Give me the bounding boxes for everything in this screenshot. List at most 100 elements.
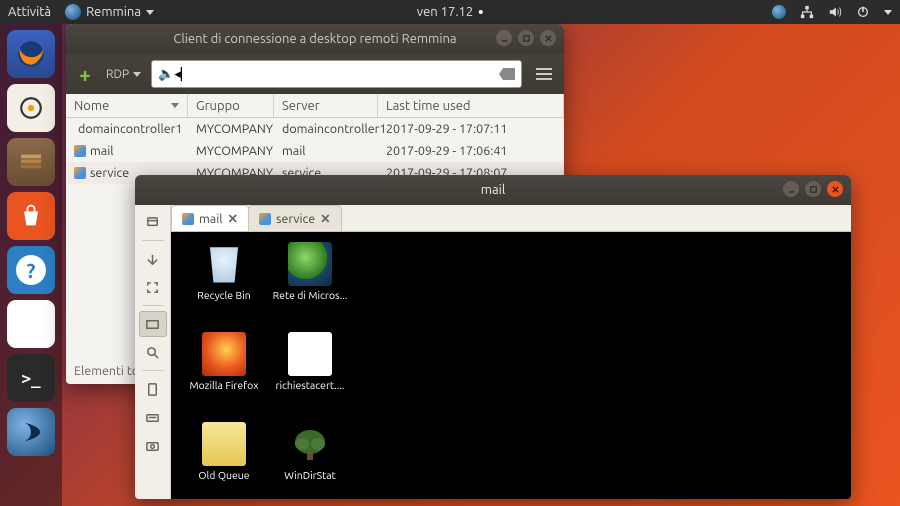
ff-icon [202,332,246,376]
tool-pin-icon[interactable] [139,209,167,235]
close-button[interactable] [827,181,843,197]
connection-row[interactable]: domaincontroller1MYCOMPANYdomaincontroll… [66,118,564,140]
tab-close-icon[interactable]: ✕ [320,211,330,226]
tool-fit-icon[interactable] [139,246,167,272]
tool-keyboard-icon[interactable] [139,404,167,430]
chevron-down-icon [146,10,154,15]
rdp-icon [182,213,194,225]
app-menu-label: Remmina [86,5,141,19]
desktop-icon[interactable]: Rete di Micros... [267,242,353,332]
tab-label: mail [199,212,223,226]
close-button[interactable] [540,30,556,46]
desktop-icon[interactable]: Recycle Bin [181,242,267,332]
protocol-selector[interactable]: RDP [106,68,141,81]
clock-label: ven 17.12 [417,5,473,19]
connection-tabs: mail ✕ service ✕ [171,205,851,232]
search-input[interactable] [174,67,499,82]
row-group: MYCOMPANY [188,122,274,136]
volume-icon[interactable] [828,5,842,19]
icon-label: richiestacert.... [275,379,344,391]
tab-close-icon[interactable]: ✕ [228,211,238,226]
dock-remmina[interactable] [7,408,55,456]
connection-tab[interactable]: mail ✕ [171,205,249,231]
tool-screenshot-icon[interactable] [139,432,167,458]
minimize-button[interactable] [783,181,799,197]
row-server: domaincontroller1 [274,122,378,136]
header-last-used[interactable]: Last time used [378,94,564,117]
row-server: mail [274,144,378,158]
icon-label: Mozilla Firefox [189,379,258,391]
header-group[interactable]: Gruppo [188,94,274,117]
dock-help[interactable]: ? [7,246,55,294]
tray-remmina-icon[interactable] [772,5,786,19]
desktop-icon[interactable]: WinDirStat [267,422,353,499]
main-window-titlebar[interactable]: Client di connessione a desktop remoti R… [66,24,564,54]
minimize-button[interactable] [496,30,512,46]
header-server[interactable]: Server [274,94,378,117]
net-icon [288,242,332,286]
desktop-icon[interactable]: Old Queue [181,422,267,499]
rdp-icon [74,145,86,157]
dock-files[interactable] [7,138,55,186]
tool-fullscreen-icon[interactable] [139,274,167,300]
row-group: MYCOMPANY [188,144,274,158]
tool-zoom-icon[interactable] [139,339,167,365]
launcher-dock: ? a >_ [0,24,62,506]
hamburger-menu-button[interactable] [532,64,556,84]
top-panel: Attività Remmina ven 17.12 [0,0,900,24]
dock-amazon[interactable]: a [7,300,55,348]
row-name: mail [90,144,114,158]
connection-tab[interactable]: service ✕ [248,205,342,231]
bin-icon [202,242,246,286]
dock-software[interactable] [7,192,55,240]
tool-grab-icon[interactable] [139,376,167,402]
list-header: Nome Gruppo Server Last time used [66,94,564,118]
row-last: 2017-09-29 - 17:07:11 [378,122,564,136]
tree-icon [288,422,332,466]
notification-dot-icon [479,10,483,14]
remmina-connection-window: mail mail ✕ service ✕ Recycle Bin Rete di Mi… [135,175,851,499]
conn-window-title: mail [481,183,505,197]
app-menu[interactable]: Remmina [65,4,154,20]
sort-down-icon [171,103,179,108]
desktop-icon[interactable]: richiestacert.... [267,332,353,422]
chevron-down-icon [133,72,141,77]
folder-icon [202,422,246,466]
power-icon[interactable] [856,5,870,19]
clear-icon[interactable] [499,68,515,80]
icon-label: WinDirStat [284,469,336,481]
tab-label: service [276,212,315,226]
row-name: domaincontroller1 [78,122,182,136]
dock-terminal[interactable]: >_ [7,354,55,402]
new-connection-button[interactable]: + [74,63,96,85]
header-name[interactable]: Nome [66,94,188,117]
icon-label: Recycle Bin [197,289,250,301]
main-window-title: Client di connessione a desktop remoti R… [173,32,456,46]
icon-label: Old Queue [198,469,249,481]
dock-rhythmbox[interactable] [7,84,55,132]
activities-button[interactable]: Attività [8,5,51,19]
protocol-label: RDP [106,68,129,81]
rdp-icon [259,213,271,225]
tool-scaled-icon[interactable] [139,311,167,337]
connection-side-toolbar [135,205,171,499]
desktop-icon[interactable]: Mozilla Firefox [181,332,267,422]
remote-desktop-view[interactable]: Recycle Bin Rete di Micros... Mozilla Fire… [171,232,851,499]
rdp-icon [74,167,86,179]
dock-firefox[interactable] [7,30,55,78]
clock[interactable]: ven 17.12 [417,5,483,19]
doc-icon [288,332,332,376]
system-menu-chevron-icon[interactable] [884,10,892,15]
connection-row[interactable]: mailMYCOMPANYmail2017-09-29 - 17:06:41 [66,140,564,162]
main-toolbar: + RDP 🔈 [66,54,564,94]
search-field-wrapper[interactable]: 🔈 [151,60,522,88]
row-name: service [90,166,129,180]
network-icon[interactable] [800,5,814,19]
maximize-button[interactable] [805,181,821,197]
icon-label: Rete di Micros... [273,289,348,301]
remmina-icon [65,4,81,20]
conn-window-titlebar[interactable]: mail [135,175,851,205]
row-last: 2017-09-29 - 17:06:41 [378,144,564,158]
maximize-button[interactable] [518,30,534,46]
speaker-icon: 🔈 [158,67,174,82]
